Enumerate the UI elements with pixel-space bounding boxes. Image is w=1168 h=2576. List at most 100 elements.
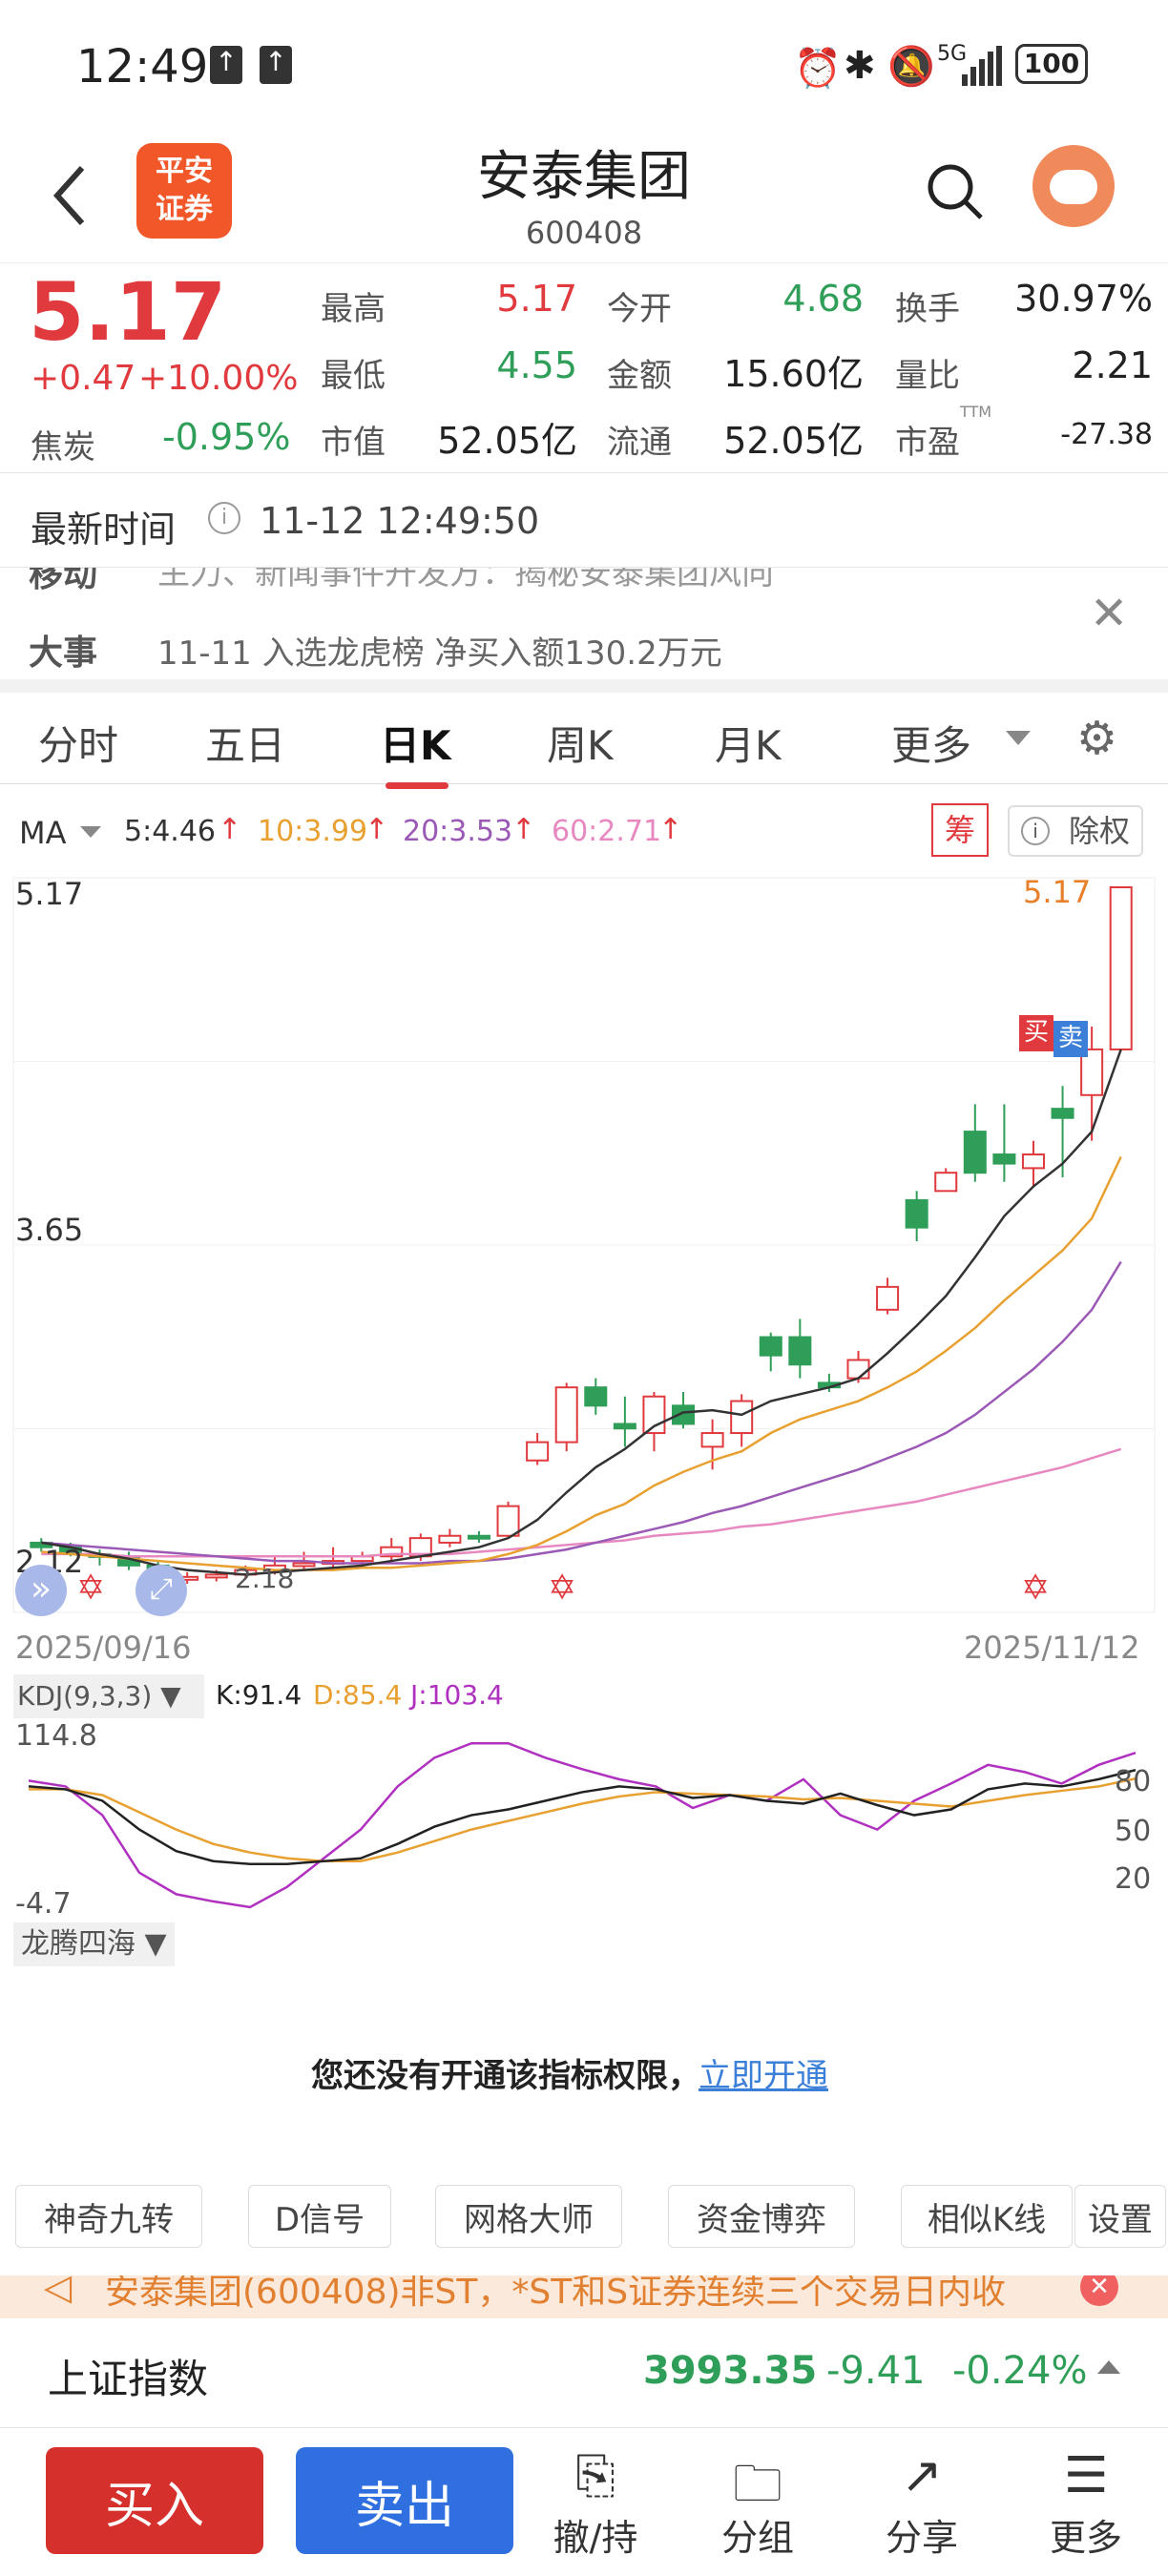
label-low: 最低 <box>321 357 386 395</box>
tool-similar-k[interactable]: 相似K线 <box>901 2185 1073 2248</box>
expand-icon[interactable]: » <box>15 1565 67 1616</box>
label-float: 流通 <box>607 424 672 462</box>
tab-daily-k[interactable]: 日K <box>380 714 451 772</box>
sell-signal[interactable]: 卖 <box>1053 1021 1088 1057</box>
value-mcap: 52.05亿 <box>437 420 577 462</box>
tool-capital-game[interactable]: 资金博弈 <box>668 2185 855 2248</box>
update-time-value: 11-12 12:49:50 <box>260 500 540 542</box>
kdj-50: 50 <box>1115 1815 1152 1848</box>
active-tab-indicator <box>386 782 448 789</box>
value-float: 52.05亿 <box>723 420 864 462</box>
more-button[interactable]: ☰ 更多 <box>1019 2447 1153 2561</box>
value-low: 4.55 <box>496 344 577 386</box>
folder-icon: 🗀 <box>732 2456 782 2513</box>
share-button[interactable]: ↗ 分享 <box>855 2447 989 2561</box>
status-bar: 12:49 ↑ ↑ ⏰ ✱ 🔕 5G 100 <box>0 0 1168 134</box>
expand-up-icon[interactable] <box>1097 2360 1120 2374</box>
alarm-icon: ⏰ <box>794 47 842 91</box>
kdj-80: 80 <box>1115 1765 1152 1798</box>
kdj-max: 114.8 <box>15 1719 97 1753</box>
indicator-selector[interactable]: 龙腾四海 ▼ <box>13 1922 175 1966</box>
tab-more[interactable]: 更多 <box>891 714 971 772</box>
star-event-icon[interactable]: ✡ <box>76 1568 105 1608</box>
kdj-selector[interactable]: KDJ(9,3,3) ▼ <box>13 1674 204 1718</box>
index-bar[interactable]: 上证指数 3993.35 -9.41 -0.24% <box>0 2318 1168 2428</box>
search-icon[interactable] <box>926 162 987 223</box>
candle-body <box>496 1505 520 1537</box>
high-marker: 5.17 <box>1023 874 1092 910</box>
star-event-icon[interactable]: ✡ <box>1021 1568 1050 1608</box>
price-change: +0.47 <box>31 359 136 398</box>
bluetooth-icon: ✱ <box>844 44 876 88</box>
bottom-action-bar: 买入 卖出 ⎘ 撤/持 🗀 分组 ↗ 分享 ☰ 更多 <box>0 2428 1168 2576</box>
group-button[interactable]: 🗀 分组 <box>691 2447 824 2561</box>
tool-settings[interactable]: 设置 <box>1074 2185 1166 2248</box>
stock-name: 安泰集团 <box>477 146 691 208</box>
gear-icon[interactable]: ⚙ <box>1076 712 1117 765</box>
tool-nine-turns[interactable]: 神奇九转 <box>15 2185 202 2248</box>
assistant-avatar[interactable] <box>1032 145 1115 227</box>
tool-d-signal[interactable]: D信号 <box>248 2185 391 2248</box>
value-open: 4.68 <box>782 278 864 320</box>
update-time-bar: 最新时间 i 11-12 12:49:50 <box>0 472 1168 568</box>
news-tag: 大事 <box>29 634 98 668</box>
kdj-min: -4.7 <box>15 1887 72 1921</box>
y-axis-mid: 3.65 <box>15 1212 84 1248</box>
risk-notice[interactable]: ◁ 安泰集团(600408)非ST，*ST和S证券连续三个交易日内收 ✕ <box>0 2275 1168 2318</box>
candle-body <box>700 1432 724 1448</box>
value-pe: -27.38 <box>1060 418 1153 451</box>
broker-logo: 平安 证券 <box>136 143 232 239</box>
news-text: 11-11 入选龙虎榜 净买入额130.2万元 <box>157 634 722 668</box>
kline-chart[interactable]: MA 5:4.46 ↑ 10:3.99 ↑ 20:3.53 ↑ 60:2.71 … <box>0 792 1168 2156</box>
tool-grid-master[interactable]: 网格大师 <box>435 2185 622 2248</box>
news-ticker[interactable]: 移动 主力、新闻事件开发方：揭秘安泰集团风向 大事 11-11 入选龙虎榜 净买… <box>0 568 1168 668</box>
current-price: 5.17 <box>29 265 227 359</box>
cancel-hold-button[interactable]: ⎘ 撤/持 <box>529 2447 662 2561</box>
ma60-line <box>41 1447 1122 1558</box>
index-pct: -0.24% <box>952 2349 1088 2393</box>
index-change: -9.41 <box>826 2349 926 2393</box>
sector-name[interactable]: 焦炭 <box>31 421 95 467</box>
tab-intraday[interactable]: 分时 <box>38 714 118 772</box>
candle-body <box>526 1441 550 1462</box>
low-marker: 2.18 <box>235 1563 295 1594</box>
back-icon[interactable] <box>50 162 88 229</box>
value-high: 5.17 <box>496 278 577 320</box>
tab-monthly-k[interactable]: 月K <box>715 714 782 772</box>
label-high: 最高 <box>321 290 386 328</box>
date-end: 2025/11/12 <box>964 1630 1140 1666</box>
label-volume-ratio: 量比 <box>895 357 960 395</box>
pe-ttm: TTM <box>960 403 992 421</box>
battery-icon: 100 <box>1015 44 1088 84</box>
y-axis-top: 5.17 <box>15 876 84 912</box>
date-start: 2025/09/16 <box>15 1630 192 1666</box>
quote-panel: 5.17 +0.47 +10.00% 焦炭 -0.95% 最高 5.17 今开 … <box>0 262 1168 472</box>
fullscreen-icon[interactable]: ⤢ <box>136 1565 187 1616</box>
menu-icon: ☰ <box>1063 2447 1109 2504</box>
candle-body <box>1051 1108 1074 1119</box>
candle-body <box>846 1359 870 1380</box>
price-change-pct: +10.00% <box>138 359 299 398</box>
star-event-icon[interactable]: ✡ <box>548 1568 576 1608</box>
close-icon[interactable]: ✕ <box>1080 2275 1118 2306</box>
upload-icon: ↑ <box>260 46 292 84</box>
status-time: 12:49 <box>76 40 209 93</box>
sell-button[interactable]: 卖出 <box>296 2447 513 2554</box>
candle-body <box>467 1534 490 1540</box>
buy-signal[interactable]: 买 <box>1019 1015 1053 1051</box>
tab-five-day[interactable]: 五日 <box>205 714 285 772</box>
ma5-line <box>41 1049 1122 1576</box>
close-icon[interactable]: ✕ <box>1090 587 1128 640</box>
news-tag: 移动 <box>29 568 98 594</box>
mute-icon: 🔕 <box>887 45 935 89</box>
tab-weekly-k[interactable]: 周K <box>547 714 614 772</box>
kdj-j-line <box>28 1741 1137 1909</box>
chart-tabs: 分时 五日 日K 周K 月K 更多 ⚙ <box>0 679 1168 789</box>
label-turnover: 换手 <box>895 290 960 328</box>
info-icon[interactable]: i <box>208 502 240 534</box>
signal-icon <box>962 46 1002 86</box>
label-mcap: 市值 <box>321 424 386 462</box>
buy-button[interactable]: 买入 <box>46 2447 263 2554</box>
activate-link[interactable]: 立即开通 <box>699 2049 828 2096</box>
candle-body <box>934 1172 958 1193</box>
